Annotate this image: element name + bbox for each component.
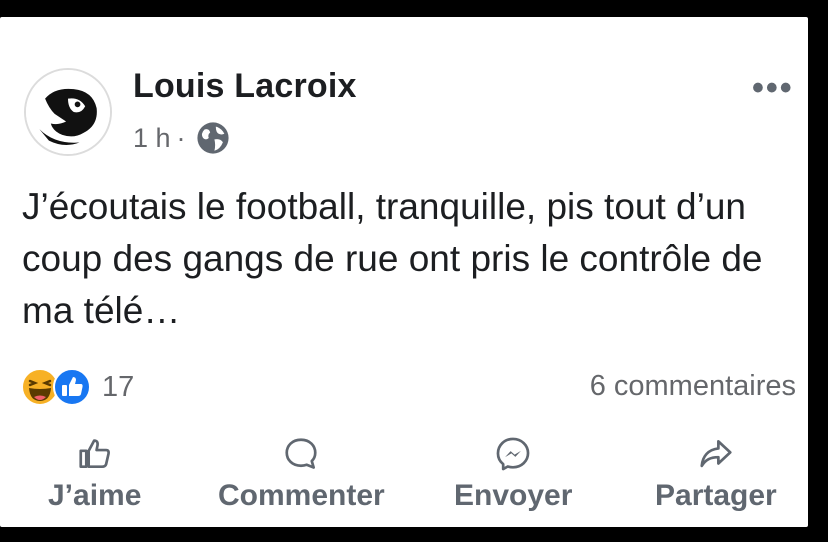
thumbs-up-icon: [79, 439, 110, 469]
send-button[interactable]: Envoyer: [454, 435, 572, 513]
like-button[interactable]: J’aime: [48, 435, 141, 513]
meta-separator: ·: [176, 122, 186, 153]
post-card: Louis Lacroix 1 h · ••• J’écoutais le fo…: [0, 17, 808, 527]
post-meta: 1 h ·: [133, 121, 230, 155]
like-icon: [53, 368, 91, 406]
messenger-icon: [496, 437, 530, 471]
like-label: J’aime: [48, 479, 142, 512]
comments-count[interactable]: 6 commentaires: [590, 370, 796, 403]
share-icon: [700, 439, 732, 468]
comment-button[interactable]: Commenter: [218, 435, 385, 513]
reaction-count: 17: [102, 370, 135, 403]
send-label: Envoyer: [454, 479, 573, 512]
comment-label: Commenter: [218, 479, 385, 512]
share-button[interactable]: Partager: [655, 435, 777, 513]
post-time[interactable]: 1 h: [133, 123, 171, 154]
avatar-image: [26, 70, 110, 154]
author-avatar[interactable]: [24, 68, 112, 156]
reactions-summary[interactable]: 17: [20, 367, 134, 407]
author-name[interactable]: Louis Lacroix: [133, 67, 357, 106]
share-label: Partager: [655, 479, 777, 512]
globe-icon[interactable]: [196, 121, 230, 155]
post-text: J’écoutais le football, tranquille, pis …: [22, 186, 763, 331]
action-bar: J’aime Commenter Envoyer Partager: [0, 435, 808, 525]
more-options-icon[interactable]: •••: [752, 69, 794, 108]
comment-icon: [285, 438, 317, 469]
